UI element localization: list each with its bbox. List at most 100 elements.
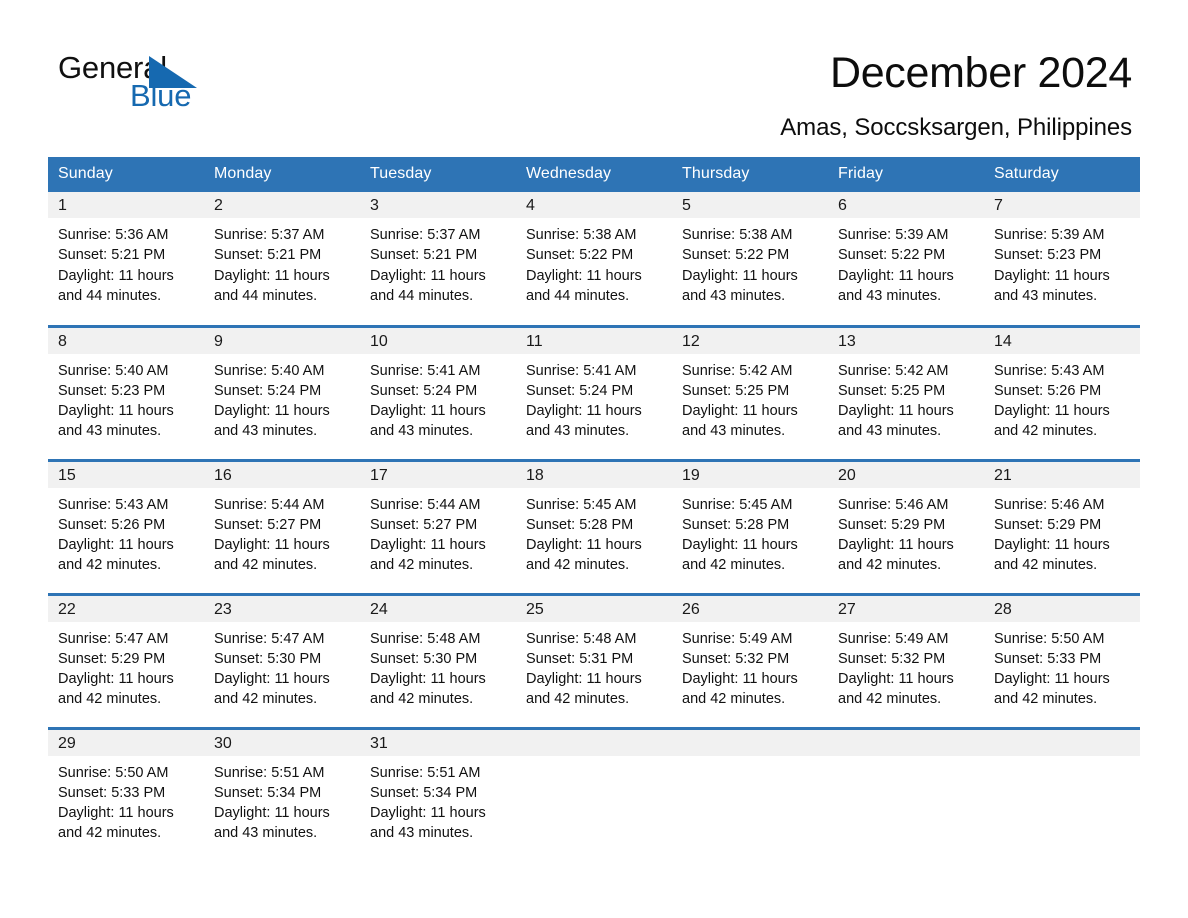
general-blue-logo[interactable]: General Blue [58, 52, 258, 118]
sunrise-text: Sunrise: 5:50 AM [58, 764, 169, 781]
sunset-text: Sunset: 5:31 PM [526, 650, 634, 667]
daylight-text: Daylight: 11 hours and 44 minutes. [214, 267, 330, 304]
calendar-day-cell[interactable]: 17 Sunrise: 5:44 AM Sunset: 5:27 PM Dayligh… [360, 458, 516, 594]
daylight-text: Daylight: 11 hours and 43 minutes. [682, 267, 798, 304]
sunset-text: Sunset: 5:32 PM [838, 650, 946, 667]
calendar-day-cell[interactable]: 6 Sunrise: 5:39 AM Sunset: 5:22 PM Daylight… [828, 192, 984, 326]
day-number: 5 [672, 192, 828, 218]
sunset-text: Sunset: 5:34 PM [214, 784, 322, 801]
daylight-text: Daylight: 11 hours and 42 minutes. [682, 537, 798, 574]
daylight-text: Daylight: 11 hours and 42 minutes. [58, 671, 174, 708]
sunrise-text: Sunrise: 5:40 AM [58, 362, 169, 379]
day-number: 4 [516, 192, 672, 218]
calendar-week-row: 22 Sunrise: 5:47 AM Sunset: 5:29 PM Dayligh… [48, 592, 1140, 728]
calendar-day-cell[interactable]: 10 Sunrise: 5:41 AM Sunset: 5:24 PM Dayligh… [360, 324, 516, 460]
daylight-text: Daylight: 11 hours and 43 minutes. [526, 403, 642, 440]
sunset-text: Sunset: 5:29 PM [838, 516, 946, 533]
calendar-day-cell[interactable]: 28 Sunrise: 5:50 AM Sunset: 5:33 PM Dayligh… [984, 592, 1140, 728]
sunset-text: Sunset: 5:29 PM [58, 650, 166, 667]
calendar-day-cell[interactable]: 9 Sunrise: 5:40 AM Sunset: 5:24 PM Daylight… [204, 324, 360, 460]
calendar-day-cell[interactable]: 2 Sunrise: 5:37 AM Sunset: 5:21 PM Daylight… [204, 192, 360, 326]
day-details: Sunrise: 5:43 AM Sunset: 5:26 PM Daylight:… [984, 354, 1140, 442]
day-number: 23 [204, 595, 360, 622]
sunset-text: Sunset: 5:32 PM [682, 650, 790, 667]
day-details: Sunrise: 5:37 AM Sunset: 5:21 PM Daylight:… [360, 218, 516, 306]
calendar-day-cell[interactable]: 31 Sunrise: 5:51 AM Sunset: 5:34 PM Dayligh… [360, 726, 516, 862]
day-number: 3 [360, 192, 516, 218]
day-details: Sunrise: 5:36 AM Sunset: 5:21 PM Daylight:… [48, 218, 204, 306]
calendar-day-cell[interactable]: 19 Sunrise: 5:45 AM Sunset: 5:28 PM Dayligh… [672, 458, 828, 594]
sunrise-text: Sunrise: 5:50 AM [994, 630, 1105, 647]
day-details: Sunrise: 5:47 AM Sunset: 5:30 PM Daylight:… [204, 622, 360, 710]
sunset-text: Sunset: 5:21 PM [214, 247, 322, 264]
calendar-day-cell[interactable]: 24 Sunrise: 5:48 AM Sunset: 5:30 PM Dayligh… [360, 592, 516, 728]
calendar-day-cell[interactable]: 5 Sunrise: 5:38 AM Sunset: 5:22 PM Daylight… [672, 192, 828, 326]
calendar-header-row: Sunday Monday Tuesday Wednesday Thursday… [48, 157, 1140, 192]
calendar-day-cell[interactable]: 20 Sunrise: 5:46 AM Sunset: 5:29 PM Dayligh… [828, 458, 984, 594]
daylight-text: Daylight: 11 hours and 42 minutes. [370, 537, 486, 574]
sunrise-text: Sunrise: 5:42 AM [838, 362, 949, 379]
day-number: 2 [204, 192, 360, 218]
daylight-text: Daylight: 11 hours and 42 minutes. [58, 537, 174, 574]
triangle-logo-icon [149, 56, 197, 88]
sunset-text: Sunset: 5:25 PM [838, 382, 946, 399]
day-details: Sunrise: 5:39 AM Sunset: 5:22 PM Daylight:… [828, 218, 984, 306]
day-details: Sunrise: 5:46 AM Sunset: 5:29 PM Daylight:… [984, 488, 1140, 576]
calendar-day-cell[interactable]: 3 Sunrise: 5:37 AM Sunset: 5:21 PM Daylight… [360, 192, 516, 326]
daylight-text: Daylight: 11 hours and 42 minutes. [994, 671, 1110, 708]
calendar-day-cell[interactable]: 16 Sunrise: 5:44 AM Sunset: 5:27 PM Dayligh… [204, 458, 360, 594]
day-number [984, 729, 1140, 756]
calendar-empty-cell [672, 726, 828, 862]
calendar-day-cell[interactable]: 27 Sunrise: 5:49 AM Sunset: 5:32 PM Dayligh… [828, 592, 984, 728]
calendar-day-cell[interactable]: 22 Sunrise: 5:47 AM Sunset: 5:29 PM Dayligh… [48, 592, 204, 728]
sunset-text: Sunset: 5:26 PM [58, 516, 166, 533]
calendar-day-cell[interactable]: 14 Sunrise: 5:43 AM Sunset: 5:26 PM Dayligh… [984, 324, 1140, 460]
sunrise-text: Sunrise: 5:45 AM [526, 496, 637, 513]
daylight-text: Daylight: 11 hours and 43 minutes. [838, 403, 954, 440]
calendar-day-cell[interactable]: 18 Sunrise: 5:45 AM Sunset: 5:28 PM Dayligh… [516, 458, 672, 594]
page-title: December 2024 [829, 49, 1132, 97]
page-header: General Blue December 2024 Amas, Soccsks… [0, 0, 1188, 141]
day-number: 7 [984, 192, 1140, 218]
daylight-text: Daylight: 11 hours and 42 minutes. [214, 537, 330, 574]
calendar-empty-cell [984, 726, 1140, 862]
daylight-text: Daylight: 11 hours and 43 minutes. [370, 805, 486, 842]
calendar-day-cell[interactable]: 12 Sunrise: 5:42 AM Sunset: 5:25 PM Dayligh… [672, 324, 828, 460]
day-number: 10 [360, 327, 516, 354]
calendar-day-cell[interactable]: 23 Sunrise: 5:47 AM Sunset: 5:30 PM Dayligh… [204, 592, 360, 728]
day-details: Sunrise: 5:51 AM Sunset: 5:34 PM Daylight:… [360, 756, 516, 844]
daylight-text: Daylight: 11 hours and 42 minutes. [58, 805, 174, 842]
daylight-text: Daylight: 11 hours and 43 minutes. [214, 805, 330, 842]
calendar-day-cell[interactable]: 13 Sunrise: 5:42 AM Sunset: 5:25 PM Dayligh… [828, 324, 984, 460]
calendar-day-cell[interactable]: 11 Sunrise: 5:41 AM Sunset: 5:24 PM Dayligh… [516, 324, 672, 460]
calendar-day-cell[interactable]: 26 Sunrise: 5:49 AM Sunset: 5:32 PM Dayligh… [672, 592, 828, 728]
sunrise-text: Sunrise: 5:42 AM [682, 362, 793, 379]
day-number: 21 [984, 461, 1140, 488]
sunrise-text: Sunrise: 5:46 AM [994, 496, 1105, 513]
sunrise-text: Sunrise: 5:51 AM [370, 764, 481, 781]
sunrise-text: Sunrise: 5:39 AM [994, 227, 1105, 243]
calendar-day-cell[interactable]: 1 Sunrise: 5:36 AM Sunset: 5:21 PM Daylight… [48, 192, 204, 326]
daylight-text: Daylight: 11 hours and 44 minutes. [370, 267, 486, 304]
day-number: 16 [204, 461, 360, 488]
sunrise-text: Sunrise: 5:43 AM [58, 496, 169, 513]
calendar-day-cell[interactable]: 21 Sunrise: 5:46 AM Sunset: 5:29 PM Dayligh… [984, 458, 1140, 594]
calendar-day-cell[interactable]: 25 Sunrise: 5:48 AM Sunset: 5:31 PM Dayligh… [516, 592, 672, 728]
day-number [828, 729, 984, 756]
calendar-day-cell[interactable]: 15 Sunrise: 5:43 AM Sunset: 5:26 PM Dayligh… [48, 458, 204, 594]
sunset-text: Sunset: 5:24 PM [214, 382, 322, 399]
day-details: Sunrise: 5:40 AM Sunset: 5:24 PM Daylight:… [204, 354, 360, 442]
daylight-text: Daylight: 11 hours and 42 minutes. [994, 537, 1110, 574]
calendar-day-cell[interactable]: 8 Sunrise: 5:40 AM Sunset: 5:23 PM Daylight… [48, 324, 204, 460]
day-number: 15 [48, 461, 204, 488]
calendar-day-cell[interactable]: 30 Sunrise: 5:51 AM Sunset: 5:34 PM Dayligh… [204, 726, 360, 862]
calendar-week-row: 8 Sunrise: 5:40 AM Sunset: 5:23 PM Daylight… [48, 324, 1140, 460]
calendar-day-cell[interactable]: 29 Sunrise: 5:50 AM Sunset: 5:33 PM Dayligh… [48, 726, 204, 862]
sunset-text: Sunset: 5:25 PM [682, 382, 790, 399]
calendar-week-row: 15 Sunrise: 5:43 AM Sunset: 5:26 PM Dayligh… [48, 458, 1140, 594]
day-details: Sunrise: 5:39 AM Sunset: 5:23 PM Daylight:… [984, 218, 1140, 306]
day-details: Sunrise: 5:44 AM Sunset: 5:27 PM Daylight:… [360, 488, 516, 576]
sunset-text: Sunset: 5:28 PM [682, 516, 790, 533]
calendar-day-cell[interactable]: 4 Sunrise: 5:38 AM Sunset: 5:22 PM Daylight… [516, 192, 672, 326]
calendar-day-cell[interactable]: 7 Sunrise: 5:39 AM Sunset: 5:23 PM Daylight… [984, 192, 1140, 326]
